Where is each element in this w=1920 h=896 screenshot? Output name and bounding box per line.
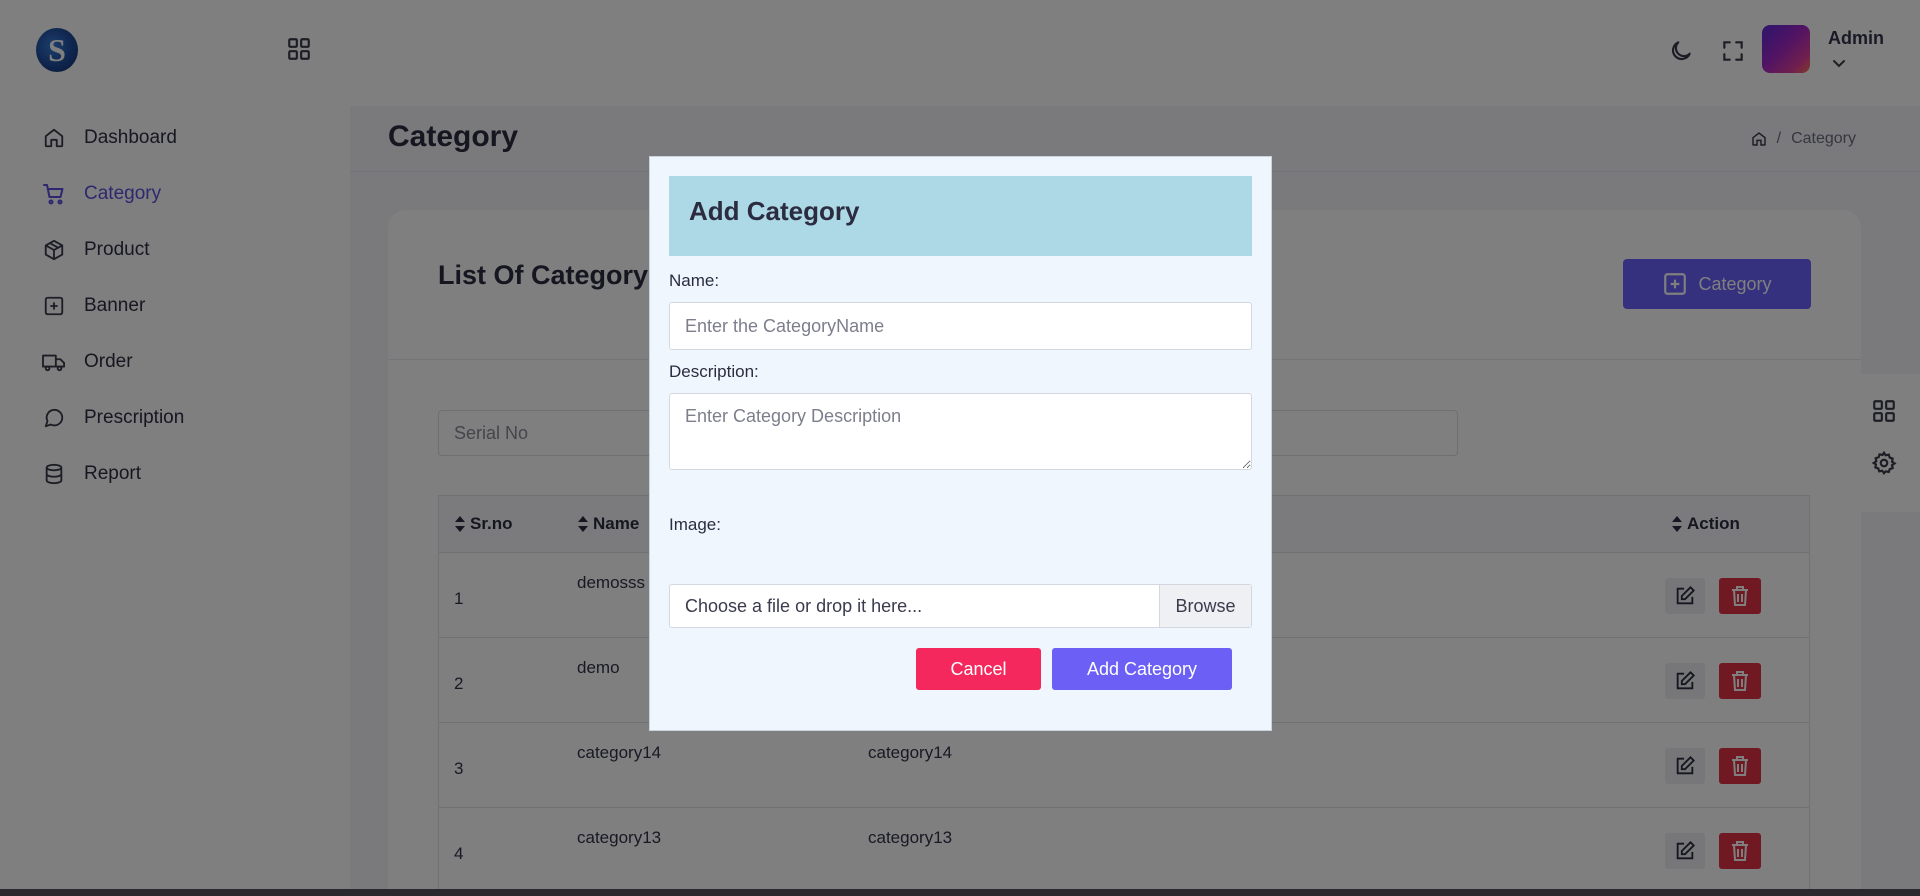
add-category-modal: Add Category Name: Description: Image: C… <box>649 156 1272 731</box>
modal-header: Add Category <box>669 176 1252 256</box>
description-label: Description: <box>669 362 759 381</box>
image-label: Image: <box>669 515 721 534</box>
image-file-input[interactable]: Choose a file or drop it here... Browse <box>669 584 1252 628</box>
add-category-submit-button[interactable]: Add Category <box>1052 648 1232 690</box>
category-description-input[interactable] <box>669 393 1252 470</box>
browse-button[interactable]: Browse <box>1159 585 1251 627</box>
name-label: Name: <box>669 271 720 290</box>
file-input-placeholder: Choose a file or drop it here... <box>685 596 923 616</box>
modal-title: Add Category <box>689 196 860 226</box>
bottom-bar <box>0 889 1920 896</box>
category-name-input[interactable] <box>669 302 1252 350</box>
cancel-button[interactable]: Cancel <box>916 648 1041 690</box>
